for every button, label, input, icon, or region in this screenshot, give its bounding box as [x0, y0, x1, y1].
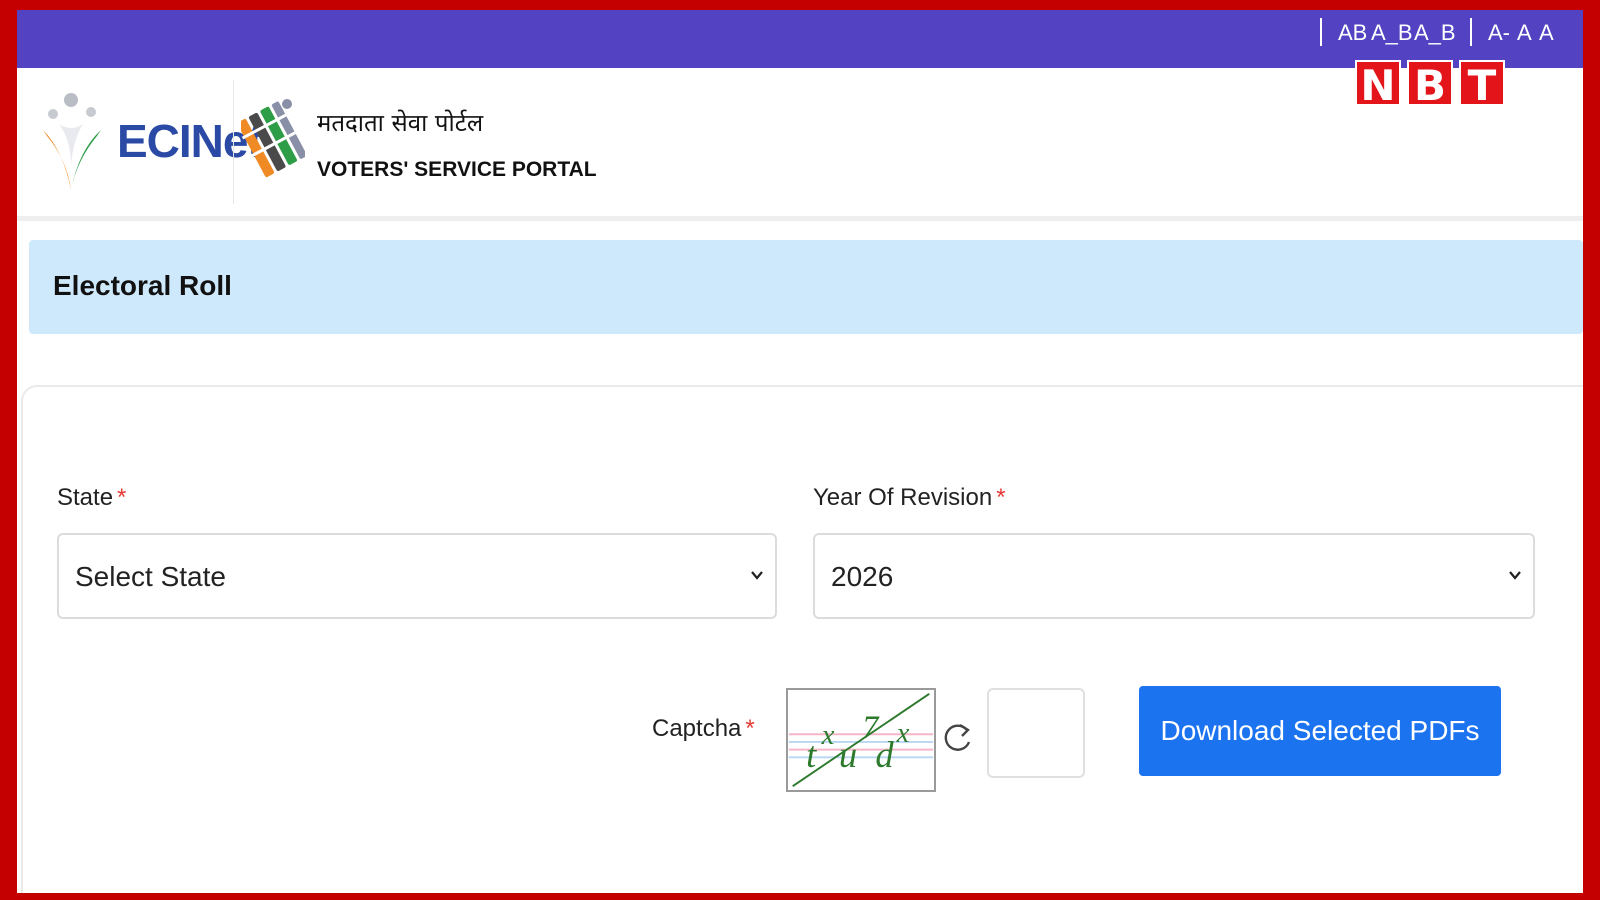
download-selected-pdfs-button[interactable]: Download Selected PDFs: [1139, 686, 1501, 776]
svg-text:x: x: [896, 717, 910, 749]
state-label-text: State: [57, 484, 114, 511]
svg-text:t: t: [806, 734, 817, 775]
required-asterisk: *: [745, 715, 755, 742]
year-label-text: Year Of Revision: [813, 484, 993, 511]
captcha-input[interactable]: [987, 688, 1085, 778]
chevron-down-icon: [751, 571, 763, 580]
refresh-captcha-icon[interactable]: [940, 716, 974, 758]
eci-emblem-icon: [241, 99, 305, 178]
captcha-image: t x u 7 d x: [786, 688, 936, 792]
year-label: Year Of Revision *: [813, 484, 1006, 512]
toolbar-divider: [1470, 18, 1472, 46]
year-of-revision-select[interactable]: 2026: [813, 533, 1535, 619]
state-select[interactable]: Select State: [57, 533, 777, 619]
year-select-value: 2026: [831, 561, 894, 592]
header-divider: [233, 80, 234, 204]
section-banner: Electoral Roll: [29, 240, 1583, 334]
state-label: State *: [57, 484, 126, 512]
chevron-down-icon: [1509, 571, 1521, 580]
portal-name-english: VOTERS' SERVICE PORTAL: [317, 158, 597, 181]
font-option-ab[interactable]: AB: [1338, 20, 1367, 46]
site-header: ECINet मतदाता सेवा पोर्टल VOTERS' SERVIC…: [17, 68, 1583, 221]
required-asterisk: *: [996, 484, 1006, 511]
captcha-label-text: Captcha: [652, 715, 742, 742]
watermark-letter: T: [1459, 60, 1505, 110]
watermark-letter: N: [1355, 60, 1401, 110]
svg-text:d: d: [875, 734, 894, 775]
font-option-a-b[interactable]: A_B: [1371, 20, 1413, 46]
watermark-letter: B: [1407, 60, 1453, 110]
text-size-normal[interactable]: A: [1517, 20, 1532, 46]
nbt-watermark-logo: N B T: [1355, 60, 1505, 110]
svg-text:x: x: [821, 719, 835, 751]
accessibility-bar: AB A_B A_B A- A A: [17, 10, 1583, 68]
page-title: Electoral Roll: [53, 270, 232, 301]
ecinet-logo-icon: [43, 93, 101, 190]
svg-text:u: u: [839, 734, 857, 775]
required-asterisk: *: [117, 484, 127, 511]
form-card: [21, 385, 1583, 893]
portal-name-hindi: मतदाता सेवा पोर्टल: [317, 109, 484, 137]
font-option-a-underscore-b[interactable]: A_B: [1414, 20, 1456, 46]
state-select-value: Select State: [75, 561, 226, 592]
text-size-decrease[interactable]: A-: [1488, 20, 1510, 46]
text-size-increase[interactable]: A: [1539, 20, 1554, 46]
toolbar-divider: [1320, 18, 1322, 46]
captcha-label: Captcha *: [652, 715, 755, 743]
